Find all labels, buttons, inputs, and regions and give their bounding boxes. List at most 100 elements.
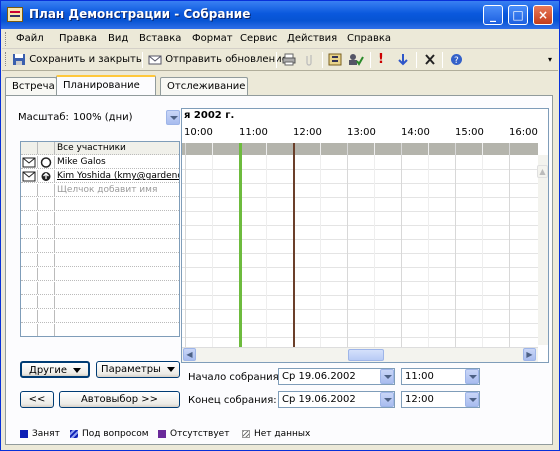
print-button[interactable] bbox=[282, 52, 296, 68]
window-title: План Демонстрации - Собрание bbox=[29, 7, 251, 21]
help-button[interactable]: ? bbox=[450, 52, 463, 68]
free-busy-grid[interactable]: я 2002 г. 10:00 11:00 12:00 13:00 14:00 … bbox=[181, 108, 549, 363]
scroll-up-button[interactable]: ▲ bbox=[537, 165, 548, 178]
chevron-down-icon: ▾ bbox=[548, 55, 553, 64]
maximize-button[interactable]: □ bbox=[508, 5, 528, 25]
end-label: Конец собрания: bbox=[188, 395, 277, 406]
chevron-left-icon: ◀ bbox=[186, 350, 193, 359]
end-time-dropdown[interactable] bbox=[465, 392, 479, 407]
chevron-down-icon bbox=[166, 366, 175, 372]
scroll-left-button[interactable]: ◀ bbox=[183, 348, 196, 361]
save-close-button[interactable]: Сохранить и закрыть bbox=[12, 52, 142, 68]
grid-vertical-scrollbar[interactable]: ▲ bbox=[537, 155, 548, 345]
chevron-right-icon: ▶ bbox=[526, 350, 533, 359]
check-names-icon bbox=[349, 53, 364, 66]
attendee-row[interactable]: Kim Yoshida (kmy@gardeno bbox=[21, 170, 179, 183]
legend-busy: Занят bbox=[20, 429, 60, 439]
hour-label: 14:00 bbox=[401, 127, 430, 138]
high-importance-button[interactable]: ! bbox=[378, 52, 384, 68]
hour-label: 12:00 bbox=[293, 127, 322, 138]
scroll-thumb[interactable] bbox=[348, 349, 384, 361]
end-date-dropdown[interactable] bbox=[380, 392, 394, 407]
toolbar-separator bbox=[442, 52, 443, 68]
zoom-label: Масштаб: bbox=[18, 112, 69, 123]
toolbar-separator bbox=[370, 52, 371, 68]
attendee-list: Все участники Mike Galos Kim Yoshida (km… bbox=[20, 141, 180, 337]
attach-button[interactable] bbox=[304, 52, 314, 68]
attendee-name: Kim Yoshida (kmy@gardeno bbox=[57, 171, 180, 181]
attendee-row[interactable]: Mike Galos bbox=[21, 156, 179, 169]
menu-edit[interactable]: Правка bbox=[59, 33, 97, 44]
grid-date-header: я 2002 г. bbox=[184, 110, 235, 121]
menu-tools[interactable]: Сервис bbox=[240, 33, 277, 44]
start-time-value: 11:00 bbox=[405, 371, 434, 382]
toolbar-separator bbox=[142, 52, 143, 68]
meeting-end-marker[interactable] bbox=[293, 143, 295, 347]
add-attendee-row[interactable]: Щелчок добавит имя bbox=[21, 184, 179, 197]
menu-file[interactable]: Файл bbox=[16, 33, 44, 44]
envelope-icon bbox=[22, 171, 36, 182]
meeting-start-marker[interactable] bbox=[239, 143, 242, 347]
attendees-header: Все участники bbox=[57, 143, 126, 153]
toolbar-separator bbox=[416, 52, 417, 68]
add-others-button[interactable]: Другие bbox=[20, 361, 90, 378]
required-attendee-icon bbox=[41, 172, 51, 181]
menu-bar: Файл Правка Вид Вставка Формат Сервис Де… bbox=[2, 29, 558, 49]
tab-tracking-label: Отслеживание bbox=[167, 81, 246, 92]
chevron-down-icon bbox=[72, 367, 81, 373]
options-button[interactable]: Параметры bbox=[96, 361, 180, 378]
check-names-button[interactable] bbox=[348, 52, 364, 68]
minimize-icon: _ bbox=[490, 8, 496, 22]
tab-tracking[interactable]: Отслеживание bbox=[160, 77, 248, 95]
menu-insert[interactable]: Вставка bbox=[139, 33, 181, 44]
zoom-dropdown-button[interactable] bbox=[166, 110, 180, 125]
hour-label: 16:00 bbox=[509, 127, 538, 138]
add-others-label: Другие bbox=[29, 365, 67, 376]
add-attendee-placeholder: Щелчок добавит имя bbox=[57, 185, 158, 195]
options-label: Параметры bbox=[101, 364, 161, 375]
autopick-next-button[interactable]: Автовыбор >> bbox=[59, 391, 180, 408]
toolbar-separator bbox=[276, 52, 277, 68]
zoom-select[interactable]: 100% (дни) bbox=[69, 109, 177, 126]
menu-help[interactable]: Справка bbox=[347, 33, 391, 44]
menu-actions[interactable]: Действия bbox=[287, 33, 337, 44]
start-label: Начало собрания: bbox=[188, 372, 283, 383]
menu-view[interactable]: Вид bbox=[108, 33, 128, 44]
tab-scheduling[interactable]: Планирование bbox=[56, 75, 156, 96]
tab-appointment-label: Встреча bbox=[12, 81, 55, 92]
toolbar-grip[interactable] bbox=[5, 52, 8, 66]
send-update-button[interactable]: Отправить обновление bbox=[148, 52, 288, 68]
legend-no-info: Нет данных bbox=[242, 429, 310, 439]
end-date-field[interactable]: Ср 19.06.2002 bbox=[278, 391, 395, 408]
close-button[interactable]: × bbox=[533, 5, 553, 25]
tab-appointment[interactable]: Встреча bbox=[5, 77, 57, 95]
title-bar[interactable]: План Демонстрации - Собрание _ □ × bbox=[1, 1, 559, 29]
address-book-icon bbox=[328, 53, 342, 65]
low-importance-button[interactable] bbox=[398, 52, 408, 68]
start-date-dropdown[interactable] bbox=[380, 369, 394, 384]
all-attendees-busy-row bbox=[182, 143, 538, 155]
toolbar-options-chevron[interactable]: ▾ bbox=[548, 52, 552, 68]
scroll-right-button[interactable]: ▶ bbox=[523, 348, 536, 361]
chevron-up-icon: ▲ bbox=[539, 167, 546, 176]
send-update-icon bbox=[148, 55, 162, 64]
autopick-back-label: << bbox=[28, 394, 46, 405]
minimize-button[interactable]: _ bbox=[483, 5, 503, 25]
appointment-icon bbox=[7, 7, 23, 22]
hour-label: 15:00 bbox=[455, 127, 484, 138]
address-book-button[interactable] bbox=[328, 52, 342, 68]
attach-icon bbox=[306, 54, 312, 66]
appointment-window: План Демонстрации - Собрание _ □ × Файл … bbox=[0, 0, 560, 451]
print-icon bbox=[282, 53, 296, 65]
autopick-next-label: Автовыбор >> bbox=[80, 394, 159, 405]
start-time-dropdown[interactable] bbox=[465, 369, 479, 384]
standard-toolbar: Сохранить и закрыть Отправить обновление… bbox=[2, 49, 558, 71]
autopick-back-button[interactable]: << bbox=[20, 391, 54, 408]
grid-horizontal-scrollbar[interactable]: ◀ ▶ bbox=[182, 347, 538, 362]
start-date-field[interactable]: Ср 19.06.2002 bbox=[278, 368, 395, 385]
menu-format[interactable]: Формат bbox=[192, 33, 233, 44]
menu-grip[interactable] bbox=[5, 32, 8, 46]
delete-button[interactable] bbox=[424, 52, 436, 68]
low-importance-icon bbox=[398, 53, 408, 65]
envelope-icon bbox=[22, 157, 36, 168]
